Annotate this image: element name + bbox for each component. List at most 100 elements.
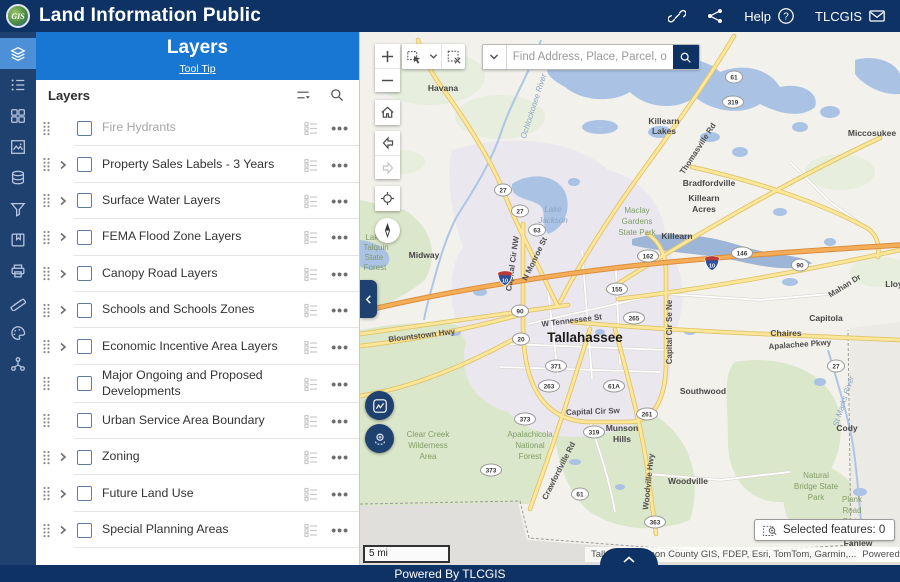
previous-extent-button[interactable] [375,131,400,155]
powered-by-esri-link[interactable]: Powered by Esri [856,547,900,562]
compass-button[interactable] [375,218,400,243]
expand-chevron-icon[interactable] [58,232,73,242]
more-options-icon[interactable]: ••• [331,489,349,499]
drag-handle-icon[interactable] [42,157,54,172]
help-button[interactable]: Help ? [744,7,795,25]
layer-options-icon[interactable] [295,87,311,103]
expand-chevron-icon[interactable] [58,196,73,206]
select-widget-button[interactable] [365,424,394,453]
home-button[interactable] [375,100,400,125]
rail-item-print[interactable] [0,255,36,286]
drag-handle-icon[interactable] [42,376,54,391]
drag-handle-icon[interactable] [42,230,54,245]
rail-item-draw[interactable] [0,317,36,348]
rail-item-link-chart[interactable] [0,348,36,379]
search-input[interactable] [507,45,673,69]
more-options-icon[interactable]: ••• [331,525,349,535]
drag-handle-icon[interactable] [42,339,54,354]
more-options-icon[interactable]: ••• [331,160,349,170]
rail-item-map-frame[interactable] [0,131,36,162]
legend-icon[interactable] [303,449,319,465]
layer-checkbox[interactable] [77,303,92,318]
layer-checkbox[interactable] [77,523,92,538]
layer-checkbox[interactable] [77,339,92,354]
drag-handle-icon[interactable] [42,266,54,281]
link-icon[interactable] [668,7,686,25]
route-shield: 61A [604,380,625,392]
more-options-icon[interactable]: ••• [331,416,349,426]
drag-handle-icon[interactable] [42,303,54,318]
expand-chevron-icon[interactable] [58,269,73,279]
expand-chevron-icon[interactable] [58,305,73,315]
legend-icon[interactable] [303,302,319,318]
zoom-in-button[interactable] [375,44,400,68]
more-options-icon[interactable]: ••• [331,232,349,242]
expand-chevron-icon[interactable] [58,525,73,535]
rail-item-widgets[interactable] [0,100,36,131]
panel-collapse-tab[interactable] [360,280,377,318]
legend-icon[interactable] [303,266,319,282]
search-submit-button[interactable] [673,45,699,69]
expand-chevron-icon[interactable] [58,342,73,352]
clear-selection-button[interactable] [441,44,465,69]
selected-features-badge[interactable]: Selected features: 0 [754,519,895,541]
layer-checkbox[interactable] [77,413,92,428]
tooltip-link[interactable]: Tool Tip [179,63,215,75]
drag-handle-icon[interactable] [42,486,54,501]
drag-handle-icon[interactable] [42,450,54,465]
more-options-icon[interactable]: ••• [331,123,349,133]
more-options-icon[interactable]: ••• [331,269,349,279]
network-icon [9,355,27,373]
contact-button[interactable]: TLCGIS [815,7,886,25]
layer-checkbox[interactable] [77,376,92,391]
legend-icon[interactable] [303,193,319,209]
more-options-icon[interactable]: ••• [331,452,349,462]
rail-item-legend[interactable] [0,69,36,100]
expand-chevron-icon[interactable] [58,489,73,499]
more-options-icon[interactable]: ••• [331,196,349,206]
drag-handle-icon[interactable] [42,413,54,428]
rail-item-measure[interactable] [0,286,36,317]
layer-checkbox[interactable] [77,121,92,136]
legend-icon[interactable] [303,376,319,392]
drag-handle-icon[interactable] [42,523,54,538]
chevron-down-icon [489,52,499,62]
rail-item-layers[interactable] [0,38,36,69]
select-dropdown-button[interactable] [426,44,441,69]
chart-widget-button[interactable] [365,391,394,420]
map-canvas[interactable]: HavanaKillearnLakesMiccosukeeBradfordvil… [360,32,900,565]
expand-chevron-icon[interactable] [58,452,73,462]
layer-checkbox[interactable] [77,450,92,465]
search-source-dropdown[interactable] [483,45,507,69]
next-extent-button[interactable] [375,155,400,179]
legend-icon[interactable] [303,229,319,245]
attribution-toggle-button[interactable] [600,548,658,565]
map-label: Gardens [622,217,653,226]
drag-handle-icon[interactable] [42,193,54,208]
scale-label: 5 mi [369,548,388,559]
rail-item-table[interactable] [0,162,36,193]
more-options-icon[interactable]: ••• [331,305,349,315]
search-layers-icon[interactable] [329,87,345,103]
expand-chevron-icon[interactable] [58,160,73,170]
layer-checkbox[interactable] [77,193,92,208]
locate-button[interactable] [375,186,400,211]
select-tool-button[interactable] [402,44,426,69]
rail-item-filter[interactable] [0,193,36,224]
rail-item-bookmarks[interactable] [0,224,36,255]
layer-checkbox[interactable] [77,157,92,172]
layer-checkbox[interactable] [77,486,92,501]
legend-icon[interactable] [303,120,319,136]
share-icon[interactable] [706,7,724,25]
more-options-icon[interactable]: ••• [331,379,349,389]
layer-checkbox[interactable] [77,266,92,281]
legend-icon[interactable] [303,413,319,429]
legend-icon[interactable] [303,522,319,538]
legend-icon[interactable] [303,157,319,173]
zoom-out-button[interactable] [375,68,400,92]
drag-handle-icon[interactable] [42,121,54,136]
layer-checkbox[interactable] [77,230,92,245]
more-options-icon[interactable]: ••• [331,342,349,352]
legend-icon[interactable] [303,486,319,502]
legend-icon[interactable] [303,339,319,355]
